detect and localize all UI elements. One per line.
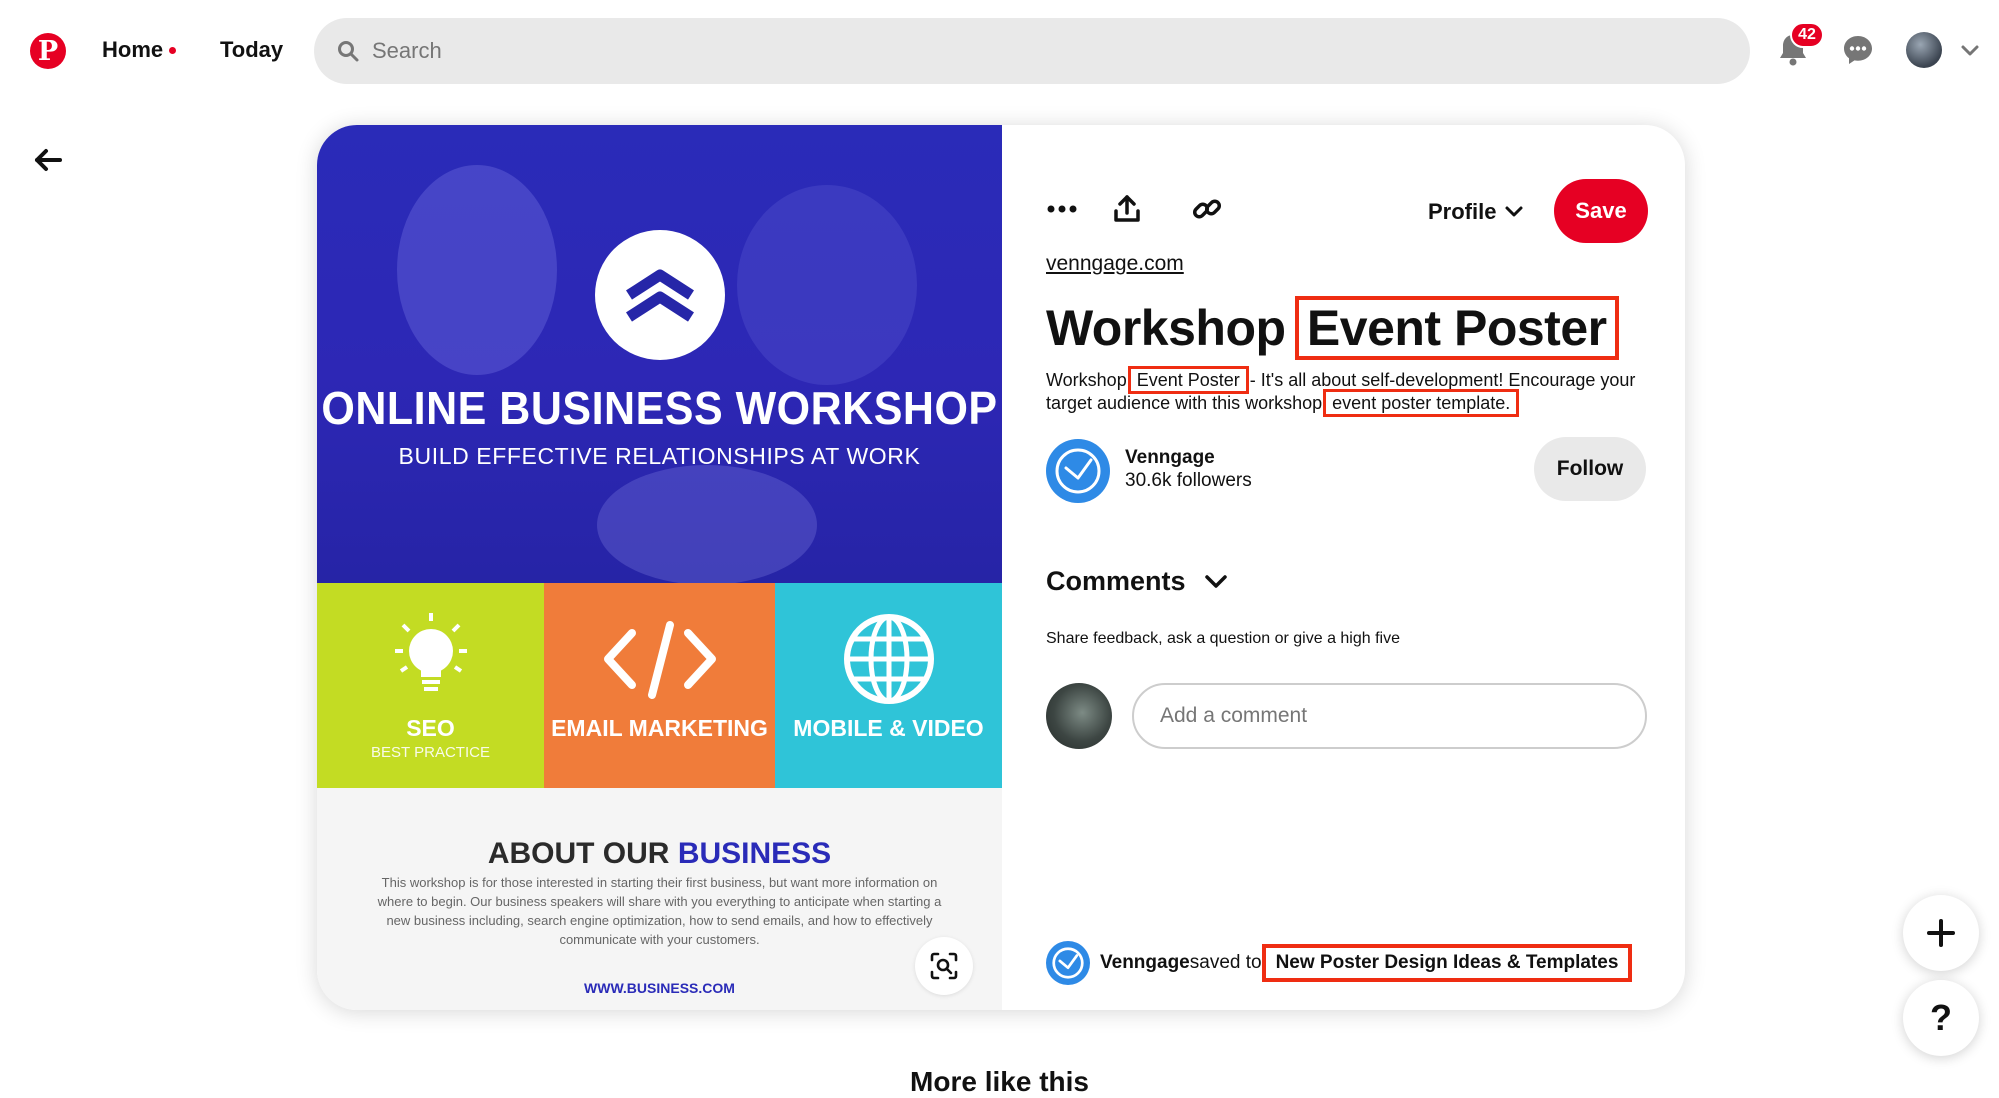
pinterest-logo-icon[interactable]: P — [30, 33, 66, 69]
more-like-this-heading: More like this — [910, 1066, 1089, 1097]
globe-icon — [843, 614, 934, 704]
poster-tile-email: EMAIL MARKETING — [544, 583, 775, 788]
poster-about-text: This workshop is for those interested in… — [377, 875, 942, 947]
poster-url: WWW.BUSINESS.COM — [584, 980, 735, 996]
pin-closeup-card: ONLINE BUSINESS WORKSHOP BUILD EFFECTIVE… — [317, 125, 1685, 1010]
follow-button[interactable]: Follow — [1534, 437, 1646, 501]
help-button[interactable]: ? — [1903, 980, 1979, 1056]
pin-title: Workshop Event Poster — [1046, 296, 1619, 360]
tile-seo-sublabel: BEST PRACTICE — [371, 744, 490, 761]
notification-badge: 42 — [1790, 22, 1824, 48]
poster-about-title: ABOUT OUR BUSINESS — [487, 837, 832, 870]
top-nav: P Home Today 42 — [0, 0, 1999, 102]
poster-header: ONLINE BUSINESS WORKSHOP BUILD EFFECTIVE… — [317, 125, 1002, 583]
search-input[interactable] — [372, 38, 1672, 64]
ellipsis-icon — [1047, 205, 1077, 213]
board-profile-label: Profile — [1428, 199, 1497, 224]
search-icon — [338, 41, 359, 62]
pin-image[interactable]: ONLINE BUSINESS WORKSHOP BUILD EFFECTIVE… — [317, 125, 1002, 1010]
plus-icon — [1927, 919, 1955, 947]
comments-toggle[interactable]: Comments — [1046, 566, 1228, 597]
lightbulb-icon — [394, 613, 467, 691]
highlight-desc-template: event poster template. — [1323, 389, 1520, 417]
poster-title: ONLINE BUSINESS WORKSHOP — [321, 383, 998, 435]
saver-name[interactable]: Venngage — [1100, 952, 1190, 974]
nav-home[interactable]: Home — [102, 37, 177, 63]
account-chevron-down-icon[interactable] — [1958, 38, 1982, 62]
saved-to-board-row: Venngage saved to New Poster Design Idea… — [1046, 941, 1633, 985]
comments-hint: Share feedback, ask a question or give a… — [1046, 630, 1400, 647]
venngage-logo-icon — [1055, 448, 1101, 494]
saver-avatar[interactable] — [1046, 941, 1090, 985]
poster-logo-icon — [595, 230, 725, 360]
poster-tile-mobile: MOBILE & VIDEO — [775, 583, 1002, 788]
lens-search-icon — [930, 952, 958, 980]
create-button[interactable] — [1903, 895, 1979, 971]
venngage-logo-icon — [1052, 947, 1084, 979]
source-link[interactable]: venngage.com — [1046, 252, 1184, 276]
comments-label: Comments — [1046, 566, 1186, 596]
highlight-title-keyword: Event Poster — [1294, 296, 1619, 360]
user-avatar[interactable] — [1906, 32, 1942, 68]
pin-details-panel: Profile Save venngage.com Workshop Event… — [1002, 125, 1685, 1010]
tile-seo-label: SEO — [406, 715, 455, 741]
chat-bubble-icon — [1844, 36, 1872, 64]
poster-tile-seo: SEO BEST PRACTICE — [317, 583, 544, 788]
highlight-desc-keyword: Event Poster — [1127, 366, 1249, 394]
code-brackets-icon — [603, 621, 716, 699]
save-button[interactable]: Save — [1554, 179, 1648, 243]
visual-search-button[interactable] — [915, 937, 973, 995]
messages-button[interactable] — [1838, 30, 1878, 70]
copy-link-button[interactable] — [1183, 185, 1231, 233]
help-icon: ? — [1930, 997, 1952, 1038]
search-bar[interactable] — [314, 18, 1750, 84]
share-button[interactable] — [1103, 185, 1151, 233]
link-icon — [1192, 199, 1222, 219]
saved-to-text: saved to — [1189, 952, 1262, 973]
comment-input[interactable] — [1132, 683, 1647, 749]
creator-name[interactable]: Venngage — [1125, 447, 1215, 469]
creator-avatar[interactable] — [1046, 439, 1110, 503]
new-indicator-dot — [169, 46, 177, 54]
board-link[interactable]: New Poster Design Ideas & Templates — [1261, 944, 1633, 982]
chevron-down-icon — [1204, 574, 1227, 588]
tile-mobile-label: MOBILE & VIDEO — [793, 715, 984, 741]
arrow-left-icon — [35, 149, 62, 171]
more-options-button[interactable] — [1038, 185, 1086, 233]
nav-today[interactable]: Today — [220, 37, 283, 63]
poster-subtitle: BUILD EFFECTIVE RELATIONSHIPS AT WORK — [398, 443, 921, 469]
nav-home-label: Home — [102, 37, 164, 62]
share-upload-icon — [1114, 195, 1140, 222]
creator-followers: 30.6k followers — [1125, 470, 1252, 491]
pin-description: Workshop Event Poster - It's all about s… — [1046, 366, 1636, 417]
current-user-avatar — [1046, 683, 1112, 749]
back-button[interactable] — [30, 142, 66, 178]
board-profile-dropdown[interactable]: Profile — [1428, 199, 1524, 225]
tile-email-label: EMAIL MARKETING — [551, 715, 768, 741]
chevron-down-icon — [1505, 206, 1523, 217]
